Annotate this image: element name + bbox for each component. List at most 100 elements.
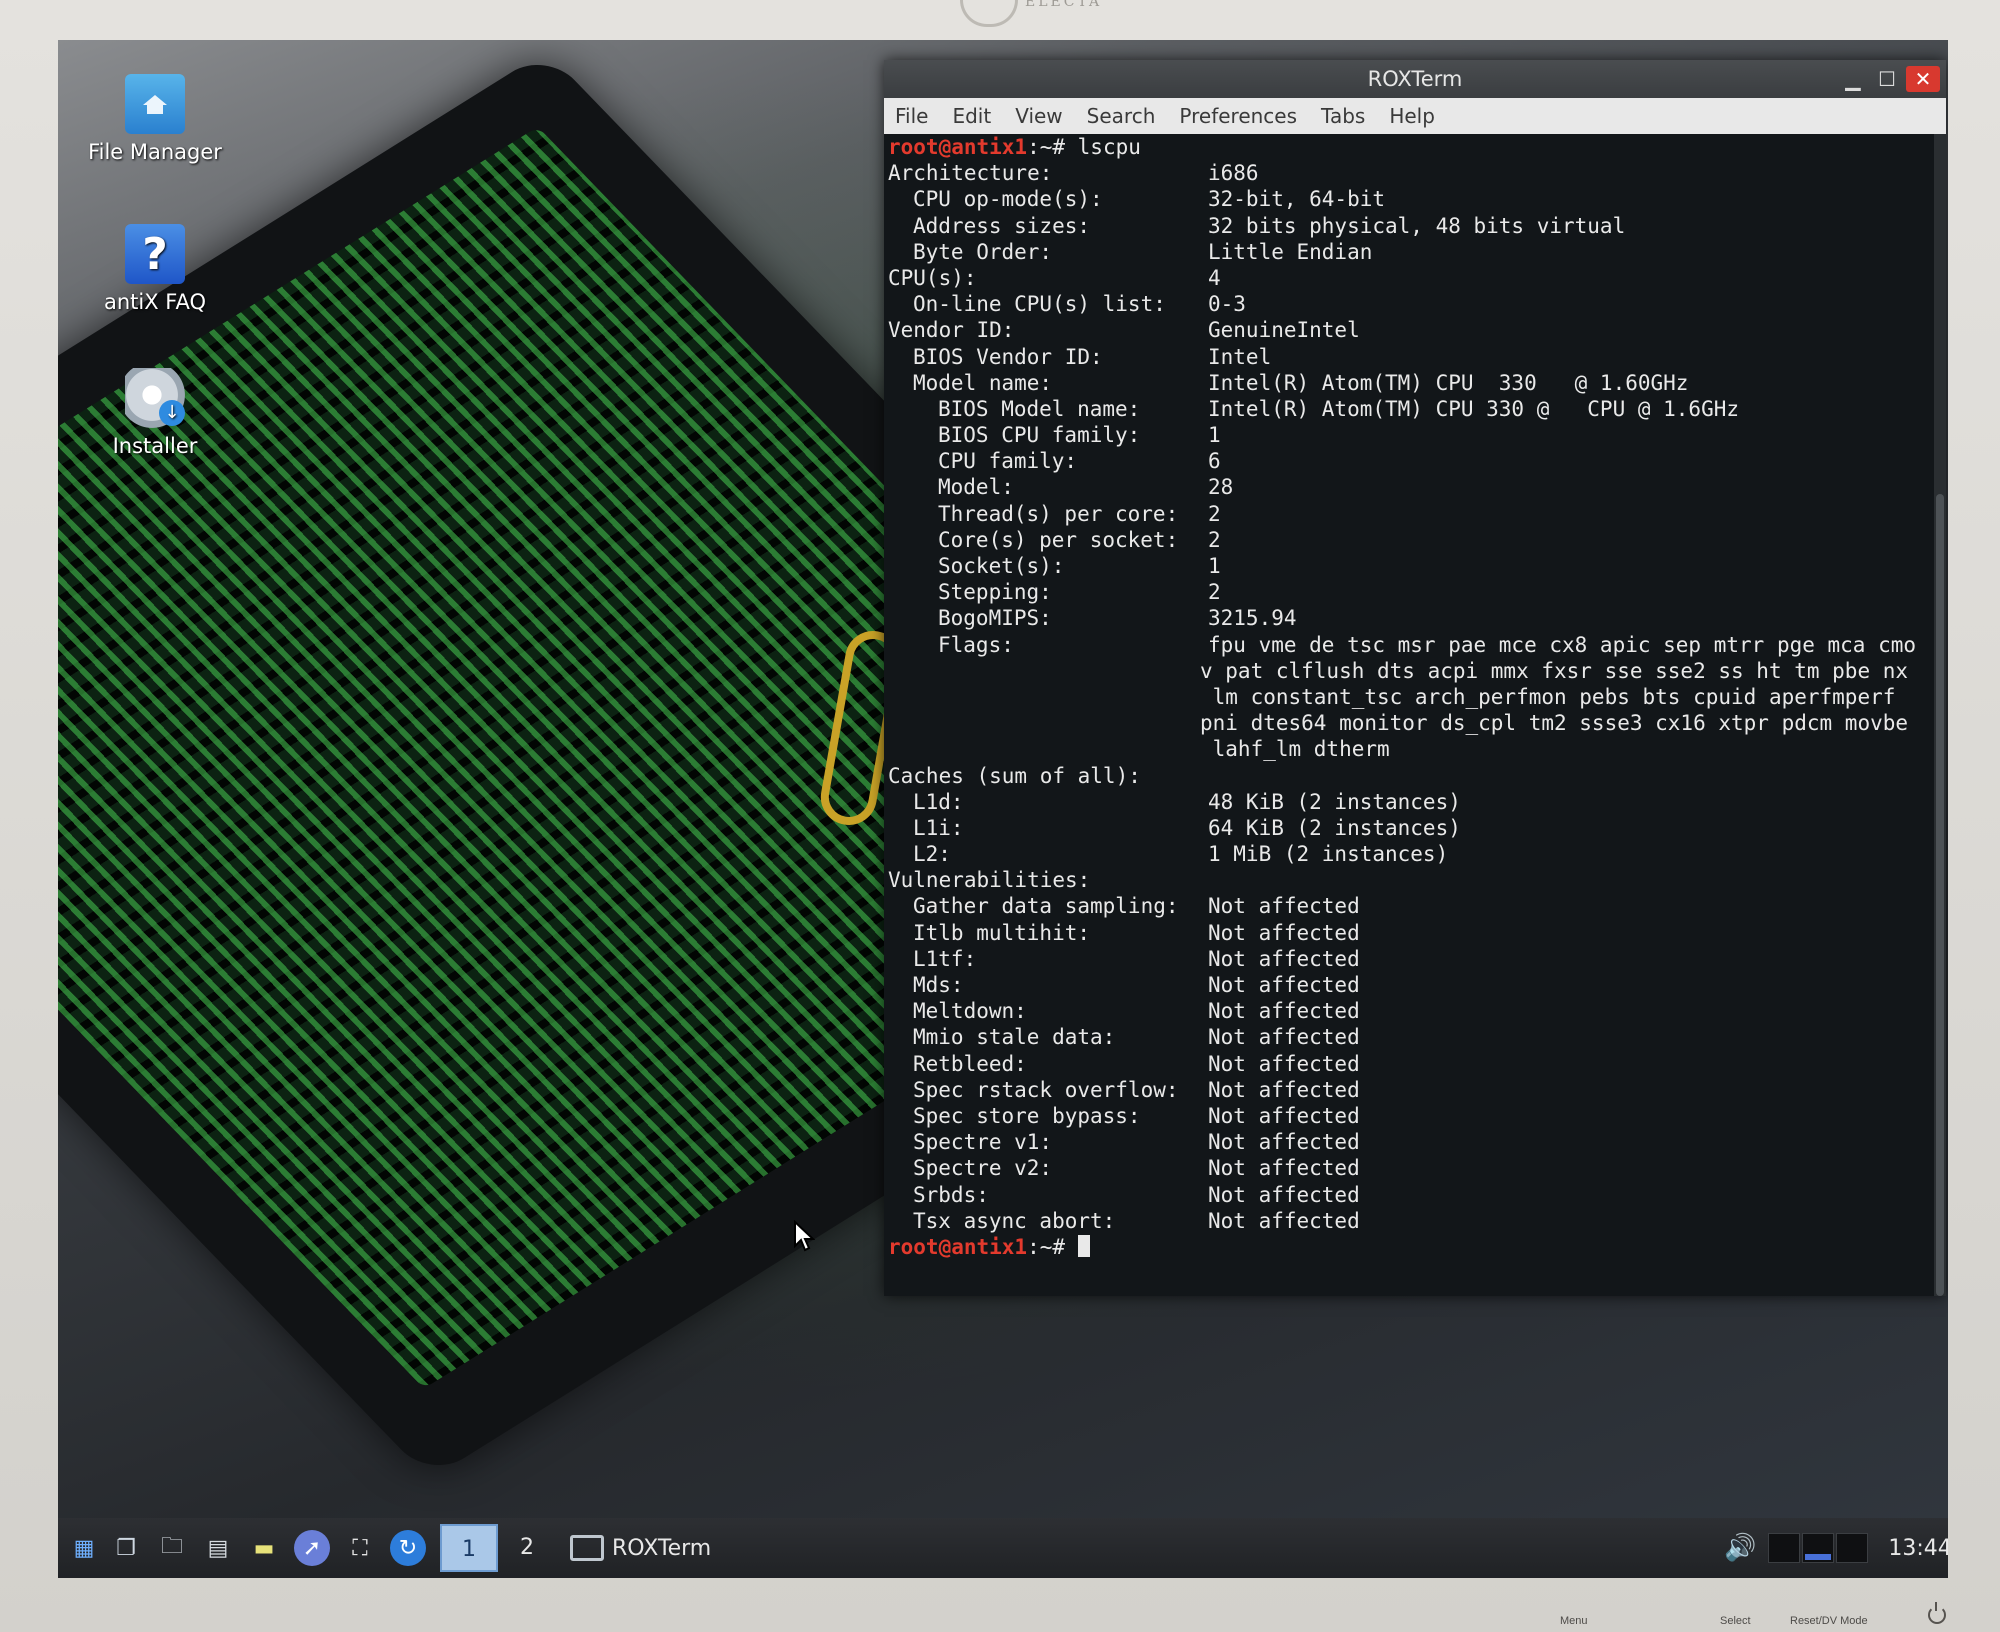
file-manager-icon[interactable]: 🗀	[154, 1530, 190, 1566]
monitor-reset-label[interactable]: Reset/DV Mode	[1790, 1615, 1868, 1627]
lscpu-line: Address sizes: 32 bits physical, 48 bits …	[888, 213, 1938, 239]
lscpu-line: lahf_lm dtherm	[888, 736, 1938, 762]
lscpu-value: Not affected	[1208, 1130, 1360, 1155]
lscpu-key: L1i:	[913, 815, 964, 840]
lscpu-key: Retbleed:	[913, 1051, 1027, 1076]
lscpu-line: Spectre v1: Not affected	[888, 1129, 1938, 1155]
lscpu-line: Spectre v2: Not affected	[888, 1155, 1938, 1181]
pager-cell-2[interactable]	[1802, 1533, 1835, 1563]
lscpu-line: Caches (sum of all):	[888, 763, 1938, 789]
terminal-output[interactable]: root@antix1:~# lscpu Architecture: i686 CP…	[884, 134, 1938, 1296]
prompt-suffix: :~#	[1027, 1234, 1078, 1259]
prompt-user: root@antix1	[888, 1234, 1028, 1259]
lscpu-value: 1	[1208, 554, 1221, 578]
maximize-button[interactable]: ☐	[1874, 66, 1900, 92]
lscpu-key: L1tf:	[913, 946, 977, 971]
lscpu-key: CPU(s):	[888, 265, 977, 290]
lscpu-value: GenuineIntel	[1208, 318, 1360, 343]
prompt-suffix: :~#	[1027, 135, 1078, 159]
lscpu-value: lm constant_tsc arch_perfmon pebs bts cp…	[1200, 684, 1896, 709]
desktop-icon-label: File Manager	[88, 140, 222, 164]
menu-help[interactable]: Help	[1378, 104, 1448, 128]
lscpu-value: Not affected	[1208, 973, 1360, 997]
lscpu-value: Intel(R) Atom(TM) CPU 330 @ 1.60GHz	[1208, 370, 1689, 395]
minimize-button[interactable]: ▁	[1840, 66, 1866, 92]
lscpu-line: lm constant_tsc arch_perfmon pebs bts cp…	[888, 684, 1938, 710]
lscpu-key: Address sizes:	[913, 213, 1091, 238]
lscpu-value: 64 KiB (2 instances)	[1208, 815, 1461, 840]
lscpu-key: Socket(s):	[938, 554, 1065, 578]
installer-disc-icon: ↓	[125, 368, 185, 428]
roxterm-window[interactable]: ROXTerm ▁ ☐ ✕ File Edit View Search Pref…	[884, 60, 1946, 1296]
command-text: lscpu	[1077, 135, 1141, 159]
lscpu-key: Spec rstack overflow:	[913, 1077, 1179, 1102]
taskbar: ▦ ❐ 🗀 ▤ ▬ ➚ ⛶ ↻ 1 2 ROXTerm 🔊 13:44	[58, 1518, 1948, 1578]
window-titlebar[interactable]: ROXTerm ▁ ☐ ✕	[884, 60, 1946, 98]
lscpu-value: Intel	[1208, 344, 1272, 369]
terminal-scrollbar[interactable]	[1934, 134, 1946, 1296]
desktop-icon-installer[interactable]: ↓ Installer	[70, 368, 240, 458]
lscpu-key: Itlb multihit:	[913, 920, 1091, 945]
monitor-brand: ELECTA	[1025, 0, 1103, 10]
lscpu-line: Mds: Not affected	[888, 972, 1938, 998]
lscpu-line: Spec store bypass: Not affected	[888, 1103, 1938, 1129]
lscpu-value: Not affected	[1208, 1077, 1360, 1102]
menu-preferences[interactable]: Preferences	[1168, 104, 1310, 128]
lscpu-key: Vulnerabilities:	[888, 868, 1091, 893]
monitor-menu-label[interactable]: Menu	[1560, 1615, 1588, 1627]
menu-edit[interactable]: Edit	[941, 104, 1004, 128]
lscpu-key: Spec store bypass:	[913, 1103, 1141, 1128]
lscpu-key: Spectre v1:	[913, 1130, 1053, 1155]
lscpu-value: 48 KiB (2 instances)	[1208, 789, 1461, 814]
clock[interactable]: 13:44	[1888, 1536, 1948, 1561]
lscpu-key: Flags:	[938, 632, 1014, 657]
menu-tabs[interactable]: Tabs	[1310, 104, 1378, 128]
text-cursor	[1077, 1234, 1090, 1257]
power-icon[interactable]	[1928, 1602, 1946, 1624]
workspace-2[interactable]: 2	[498, 1524, 556, 1572]
apps-grid-icon[interactable]: ▦	[66, 1530, 102, 1566]
menu-file[interactable]: File	[884, 104, 941, 128]
active-prompt-line[interactable]: root@antix1:~#	[888, 1234, 1938, 1260]
lscpu-value: Not affected	[1208, 999, 1360, 1024]
lscpu-line: L1i: 64 KiB (2 instances)	[888, 815, 1938, 841]
lscpu-key: Model name:	[913, 370, 1053, 395]
lscpu-value: 0-3	[1208, 292, 1246, 317]
notes-icon[interactable]: ▬	[246, 1530, 282, 1566]
lscpu-line: L1d: 48 KiB (2 instances)	[888, 789, 1938, 815]
pager-cell-1[interactable]	[1768, 1533, 1801, 1563]
lscpu-line: BIOS Vendor ID: Intel	[888, 344, 1938, 370]
lscpu-line: Retbleed: Not affected	[888, 1051, 1938, 1077]
workspace-1[interactable]: 1	[440, 1524, 498, 1572]
task-roxterm[interactable]: ROXTerm	[570, 1526, 711, 1570]
volume-icon[interactable]: 🔊	[1724, 1533, 1756, 1563]
task-label: ROXTerm	[612, 1535, 712, 1561]
windows-icon[interactable]: ❐	[108, 1530, 144, 1566]
browser-icon[interactable]: ➚	[294, 1530, 330, 1566]
menu-view[interactable]: View	[1004, 104, 1075, 128]
window-title: ROXTerm	[1367, 67, 1463, 91]
lscpu-line: Meltdown: Not affected	[888, 998, 1938, 1024]
lscpu-value: Not affected	[1208, 920, 1360, 945]
lscpu-key: CPU op-mode(s):	[913, 187, 1103, 212]
lscpu-value: pni dtes64 monitor ds_cpl tm2 ssse3 cx16…	[1200, 711, 1909, 736]
lscpu-line: Architecture: i686	[888, 160, 1938, 186]
lscpu-value: 2	[1208, 501, 1221, 526]
updater-icon[interactable]: ↻	[390, 1530, 426, 1566]
lscpu-key: L2:	[913, 842, 951, 867]
desktop-icon-antix-faq[interactable]: ? antiX FAQ	[70, 224, 240, 314]
close-button[interactable]: ✕	[1906, 66, 1940, 92]
lscpu-value: Little Endian	[1208, 239, 1373, 264]
pager-cell-3[interactable]	[1836, 1533, 1869, 1563]
lscpu-value: Not affected	[1208, 1025, 1360, 1050]
scrollbar-thumb[interactable]	[1936, 494, 1944, 1296]
monitor-select-label[interactable]: Select	[1720, 1615, 1751, 1627]
paint-bucket-icon[interactable]: ⛶	[342, 1530, 378, 1566]
text-editor-icon[interactable]: ▤	[200, 1530, 236, 1566]
lscpu-line: pni dtes64 monitor ds_cpl tm2 ssse3 cx16…	[888, 710, 1938, 736]
desktop-icon-file-manager[interactable]: File Manager	[70, 74, 240, 164]
menu-search[interactable]: Search	[1076, 104, 1169, 128]
lscpu-line: L2: 1 MiB (2 instances)	[888, 841, 1938, 867]
lscpu-output: Architecture: i686 CPU op-mode(s): 32-bit, …	[888, 160, 1938, 1234]
lscpu-line: Model name: Intel(R) Atom(TM) CPU 330 @ 1…	[888, 370, 1938, 396]
